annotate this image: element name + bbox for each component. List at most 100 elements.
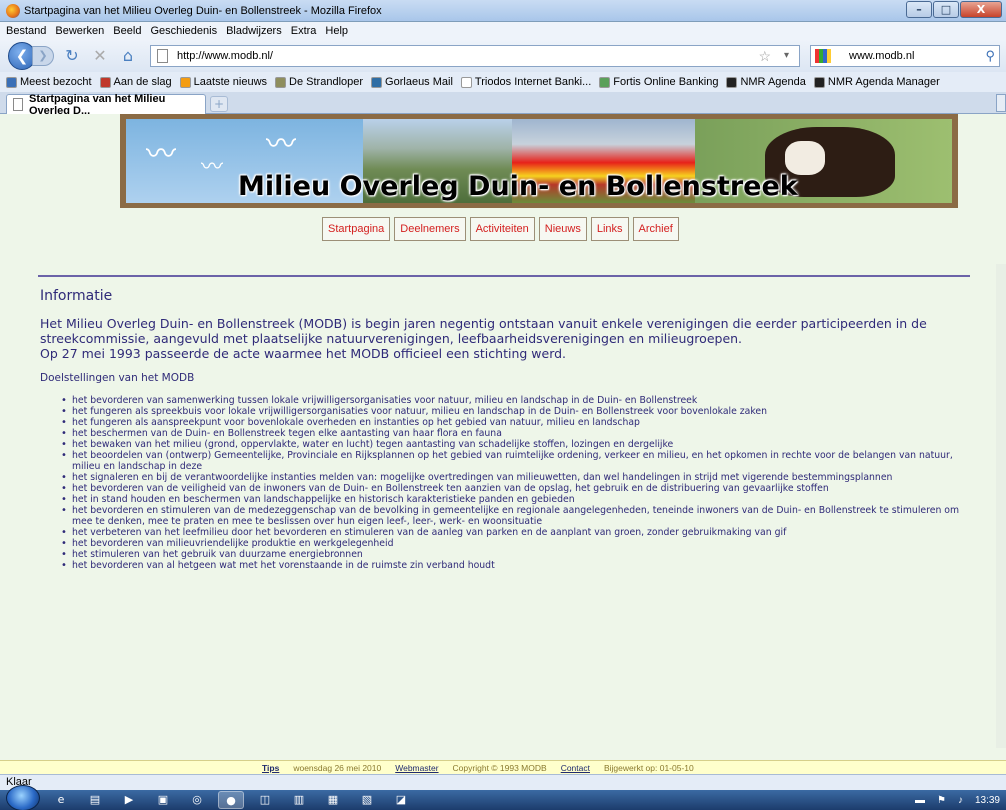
app2-taskbar-icon[interactable]: ◎ (184, 791, 210, 809)
taskbar: e ▤ ▶ ▣ ◎ ● ◫ ▥ ▦ ▧ ◪ ▬ ⚑ ♪ 13:39 (0, 785, 1006, 810)
app3-taskbar-icon[interactable]: ◪ (388, 791, 414, 809)
horizontal-scrollbar[interactable] (0, 748, 1006, 760)
bookmark-icon (275, 76, 287, 88)
menu-help[interactable]: Help (325, 25, 348, 37)
vertical-scrollbar[interactable] (996, 264, 1006, 754)
app-taskbar-icon[interactable]: ▣ (150, 791, 176, 809)
footer-tips-link[interactable]: Tips (262, 763, 279, 773)
list-item: het beschermen van de Duin- en Bollenstr… (61, 428, 975, 439)
list-item: het beoordelen van (ontwerp) Gemeentelij… (61, 450, 975, 472)
close-button[interactable]: X (960, 1, 1002, 18)
nav-startpagina[interactable]: Startpagina (322, 217, 391, 241)
footer-date: woensdag 26 mei 2010 (293, 762, 382, 773)
search-icon[interactable]: ⚲ (985, 48, 995, 64)
menu-bar: Bestand Bewerken Beeld Geschiedenis Blad… (0, 22, 1006, 40)
page-icon (13, 98, 23, 111)
bookmark-label: De Strandloper (289, 76, 364, 88)
volume-icon[interactable]: ♪ (958, 795, 963, 806)
minimize-button[interactable]: – (906, 1, 932, 18)
bookmark-label: Triodos Internet Banki... (474, 76, 592, 88)
url-dropdown-icon[interactable]: ▾ (784, 50, 789, 61)
list-item: het stimuleren van het gebruik van duurz… (61, 549, 975, 560)
nav-links[interactable]: Links (590, 217, 629, 241)
maximize-button[interactable]: □ (933, 1, 959, 18)
goals-heading: Doelstellingen van het MODB (40, 372, 195, 384)
bookmark-item[interactable]: Meest bezocht (6, 76, 92, 88)
start-button[interactable] (6, 785, 40, 810)
nav-archief[interactable]: Archief (632, 217, 679, 241)
window-controls: – □ X (905, 1, 1002, 18)
tab-startpagina[interactable]: Startpagina van het Milieu Overleg D... (6, 93, 206, 117)
explorer-taskbar-icon[interactable]: ▤ (82, 791, 108, 809)
navigation-toolbar: ❮ ❯ ↻ ✕ ⌂ http://www.modb.nl/ ☆ ▾ www.mo… (0, 40, 1006, 72)
menu-bewerken[interactable]: Bewerken (55, 25, 104, 37)
nav-nieuws[interactable]: Nieuws (538, 217, 587, 241)
menu-geschiedenis[interactable]: Geschiedenis (150, 25, 217, 37)
bookmark-item[interactable]: De Strandloper (275, 76, 363, 88)
bookmark-item[interactable]: Laatste nieuws (179, 76, 268, 88)
url-bar[interactable]: http://www.modb.nl/ ☆ ▾ (150, 45, 800, 67)
bookmark-item[interactable]: Gorlaeus Mail (371, 76, 453, 88)
menu-extra[interactable]: Extra (291, 25, 317, 37)
ie-taskbar-icon[interactable]: e (48, 791, 74, 809)
list-item: het bevorderen van al hetgeen wat met he… (61, 560, 975, 571)
list-item: het fungeren als spreekbuis voor lokale … (61, 406, 975, 417)
nav-deelnemers[interactable]: Deelnemers (394, 217, 466, 241)
tab-list-button[interactable] (996, 94, 1006, 112)
site-title: Milieu Overleg Duin- en Bollenstreek (238, 171, 798, 202)
bookmark-icon (599, 76, 611, 88)
bookmark-label: Aan de slag (113, 76, 172, 88)
outlook-taskbar-icon[interactable]: ◫ (252, 791, 278, 809)
list-item: het signaleren en bij de verantwoordelij… (61, 472, 975, 483)
bookmarks-toolbar: Meest bezocht Aan de slag Laatste nieuws De… (0, 72, 1006, 92)
list-item: het bewaken van het milieu (grond, opper… (61, 439, 975, 450)
tab-strip: Startpagina van het Milieu Overleg D... … (0, 92, 1006, 117)
bookmark-item[interactable]: NMR Agenda (726, 76, 806, 88)
url-text: http://www.modb.nl/ (177, 50, 273, 62)
bookmark-star-icon[interactable]: ☆ (758, 48, 771, 65)
search-bar[interactable]: www.modb.nl ⚲ (810, 45, 1000, 67)
footer-contact-link[interactable]: Contact (561, 763, 590, 773)
bookmark-label: NMR Agenda (740, 76, 806, 88)
divider (38, 275, 970, 277)
page-icon (157, 49, 168, 63)
site-banner: 〰 〰 〰 Milieu Overleg Duin- en Bollenstre… (120, 114, 958, 208)
search-engine-icon[interactable] (815, 49, 831, 63)
system-tray: ▬ ⚑ ♪ 13:39 (903, 790, 1000, 810)
excel-taskbar-icon[interactable]: ▦ (320, 791, 346, 809)
network-icon[interactable]: ▬ (915, 795, 925, 806)
list-item: het bevorderen van milieuvriendelijke pr… (61, 538, 975, 549)
bookmark-item[interactable]: Aan de slag (99, 76, 172, 88)
bookmark-item[interactable]: Triodos Internet Banki... (460, 76, 592, 88)
bookmark-label: Laatste nieuws (193, 76, 268, 88)
new-tab-button[interactable]: + (210, 96, 228, 112)
list-item: het bevorderen van de veiligheid van de … (61, 483, 975, 494)
list-item: het bevorderen en stimuleren van de mede… (61, 505, 975, 527)
nav-activiteiten[interactable]: Activiteiten (469, 217, 535, 241)
window-title: Startpagina van het Milieu Overleg Duin-… (24, 4, 382, 17)
firefox-taskbar-icon[interactable]: ● (218, 791, 244, 809)
menu-bladwijzers[interactable]: Bladwijzers (226, 25, 282, 37)
bookmark-item[interactable]: NMR Agenda Manager (813, 76, 940, 88)
goals-list: het bevorderen van samenwerking tussen l… (40, 395, 975, 571)
bookmark-item[interactable]: Fortis Online Banking (599, 76, 718, 88)
stop-icon[interactable]: ✕ (90, 46, 110, 66)
status-bar: Klaar (0, 774, 1006, 790)
page-viewport: 〰 〰 〰 Milieu Overleg Duin- en Bollenstre… (0, 114, 1006, 760)
word-taskbar-icon[interactable]: ▧ (354, 791, 380, 809)
info-heading: Informatie (40, 288, 113, 304)
list-item: het in stand houden en beschermen van la… (61, 494, 975, 505)
home-icon[interactable]: ⌂ (118, 46, 138, 66)
menu-beeld[interactable]: Beeld (113, 25, 141, 37)
bookmark-icon (813, 76, 825, 88)
clock[interactable]: 13:39 (975, 795, 1000, 806)
powerpoint-taskbar-icon[interactable]: ▥ (286, 791, 312, 809)
footer-webmaster-link[interactable]: Webmaster (395, 763, 438, 773)
forward-button[interactable]: ❯ (32, 46, 54, 66)
media-taskbar-icon[interactable]: ▶ (116, 791, 142, 809)
site-navigation: Startpagina Deelnemers Activiteiten Nieu… (322, 217, 683, 241)
menu-bestand[interactable]: Bestand (6, 25, 46, 37)
bookmark-label: Fortis Online Banking (613, 76, 719, 88)
flag-icon[interactable]: ⚑ (937, 795, 946, 806)
reload-icon[interactable]: ↻ (62, 46, 82, 66)
